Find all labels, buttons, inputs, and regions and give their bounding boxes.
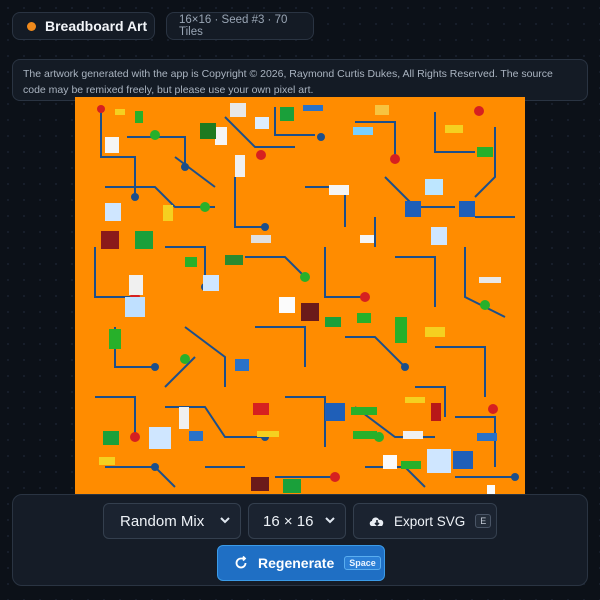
regenerate-shortcut-key: Space [344, 556, 381, 570]
grid-size-value: 16 × 16 [263, 512, 314, 530]
export-shortcut-key: E [475, 514, 492, 528]
export-svg-button[interactable]: Export SVG E [353, 503, 497, 539]
chevron-down-icon [325, 517, 335, 524]
cloud-download-icon [369, 517, 384, 527]
control-panel: Random Mix 16 × 16 Export SVG E Regenera… [12, 494, 588, 586]
copyright-notice: The artwork generated with the app is Co… [12, 59, 588, 101]
grid-size-select[interactable]: 16 × 16 [248, 503, 346, 539]
breadboard-artwork [75, 97, 525, 495]
app-title: Breadboard Art [45, 18, 148, 34]
regenerate-button[interactable]: Regenerate Space [217, 545, 385, 581]
generation-info-badge: 16×16 · Seed #3 · 70 Tiles [166, 12, 314, 40]
mode-select[interactable]: Random Mix [103, 503, 241, 539]
app-title-badge: Breadboard Art [12, 12, 155, 40]
mode-select-value: Random Mix [120, 512, 205, 530]
export-svg-label: Export SVG [394, 513, 466, 529]
status-dot-icon [27, 21, 36, 31]
artwork-background [75, 97, 525, 495]
chevron-down-icon [220, 517, 230, 524]
regenerate-label: Regenerate [258, 555, 335, 571]
refresh-icon [235, 556, 247, 569]
